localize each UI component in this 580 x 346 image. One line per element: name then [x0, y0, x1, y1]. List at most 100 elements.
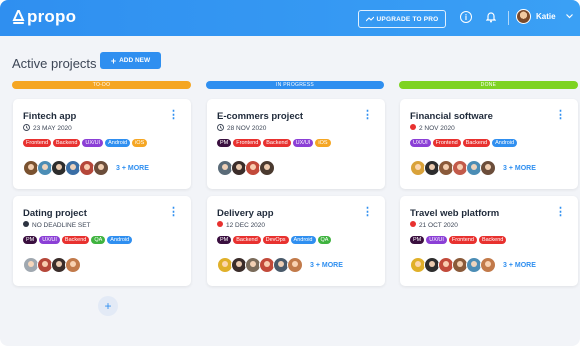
user-avatar	[516, 9, 531, 24]
add-new-button[interactable]: + ADD NEW	[100, 52, 161, 69]
chevron-down-icon	[565, 14, 573, 19]
brand-logo[interactable]: propo	[12, 7, 76, 27]
info-icon[interactable]: i	[460, 11, 472, 23]
project-card[interactable]: Delivery app ⋮ 12 DEC 2020 PM Backend DevO…	[207, 196, 385, 286]
project-deadline: NO DEADLINE SET	[23, 221, 91, 229]
column-label: TO-DO	[92, 82, 111, 88]
user-menu[interactable]: Katie	[516, 9, 573, 24]
column-header-todo: TO-DO	[12, 81, 191, 89]
tag-ios: iOS	[315, 139, 331, 147]
tag-pm: PM	[410, 236, 425, 244]
tag-ux-ui: UX/UI	[426, 236, 447, 244]
tag-android: Android	[107, 236, 133, 244]
project-card[interactable]: Financial software ⋮ 2 NOV 2020 UX/UI Fro…	[400, 99, 578, 189]
tag-android: Android	[492, 139, 518, 147]
project-card[interactable]: Dating project ⋮ NO DEADLINE SET PM UX/UI…	[13, 196, 191, 286]
upgrade-to-pro-button[interactable]: UPGRADE TO PRO	[358, 10, 446, 28]
more-options-icon[interactable]: ⋮	[362, 110, 373, 121]
tag-list: Frontend Backend UX/UI Android iOS	[23, 139, 148, 147]
header-divider	[508, 11, 509, 25]
tag-backend: Backend	[462, 139, 491, 147]
deadline-text: 2 NOV 2020	[419, 124, 455, 132]
tag-backend: Backend	[233, 236, 261, 244]
column-label: IN PROGRESS	[275, 82, 315, 88]
project-title: Financial software	[410, 111, 493, 122]
member-avatar[interactable]	[287, 257, 303, 273]
deadline-text: 12 DEC 2020	[226, 221, 266, 229]
member-avatars[interactable]: 3 + MORE	[23, 160, 149, 176]
tag-devops: DevOps	[262, 236, 289, 244]
user-name: Katie	[536, 12, 556, 21]
project-title: Fintech app	[23, 111, 77, 122]
member-avatar[interactable]	[480, 257, 496, 273]
column-header-in-progress: IN PROGRESS	[206, 81, 384, 89]
tag-backend: Backend	[61, 236, 90, 244]
project-deadline: 21 OCT 2020	[410, 221, 458, 229]
project-deadline: 23 MAY 2020	[23, 124, 72, 133]
overdue-icon	[217, 221, 223, 229]
project-card[interactable]: Fintech app ⋮ 23 MAY 2020 Frontend Backen…	[13, 99, 191, 189]
tag-pm: PM	[217, 139, 232, 147]
more-options-icon[interactable]: ⋮	[555, 207, 566, 218]
project-deadline: 28 NOV 2020	[217, 124, 266, 133]
tag-pm: PM	[217, 236, 232, 244]
more-members-link[interactable]: 3 + MORE	[116, 165, 149, 172]
tag-list: UX/UI Frontend Backend Android	[410, 139, 518, 147]
tag-android: Android	[290, 236, 316, 244]
member-avatar[interactable]	[65, 257, 81, 273]
column-label: DONE	[480, 82, 497, 88]
member-avatars[interactable]: 3 + MORE	[410, 257, 536, 273]
tag-backend: Backend	[53, 139, 81, 147]
member-avatars[interactable]: 3 + MORE	[410, 160, 536, 176]
tag-list: PM UX/UI Frontend Backend	[410, 236, 507, 244]
overdue-icon	[410, 124, 416, 132]
member-avatar[interactable]	[259, 160, 275, 176]
upgrade-label: UPGRADE TO PRO	[376, 15, 439, 23]
tag-ux-ui: UX/UI	[292, 139, 314, 147]
trending-up-icon	[365, 16, 374, 22]
bell-icon[interactable]	[486, 11, 496, 23]
tag-list: PM Backend DevOps Android QA	[217, 236, 332, 244]
project-card[interactable]: Travel web platform ⋮ 21 OCT 2020 PM UX/U…	[400, 196, 578, 286]
more-members-link[interactable]: 3 + MORE	[310, 262, 343, 269]
project-title: Travel web platform	[410, 208, 500, 219]
clock-icon	[217, 124, 224, 133]
deadline-text: 21 OCT 2020	[419, 221, 458, 229]
tag-list: PM Frontend Backend UX/UI iOS	[217, 139, 331, 147]
tag-frontend: Frontend	[233, 139, 262, 147]
tag-ux-ui: UX/UI	[39, 236, 60, 244]
tag-ux-ui: UX/UI	[82, 139, 104, 147]
column-header-done: DONE	[399, 81, 578, 89]
tag-android: Android	[105, 139, 131, 147]
deadline-text: 28 NOV 2020	[227, 125, 267, 132]
tag-backend: Backend	[263, 139, 291, 147]
app-window: propo UPGRADE TO PRO i Katie Active proj…	[0, 0, 580, 346]
tag-frontend: Frontend	[23, 139, 52, 147]
more-members-link[interactable]: 3 + MORE	[503, 165, 536, 172]
project-title: Delivery app	[217, 208, 274, 219]
overdue-icon	[410, 221, 416, 229]
member-avatar[interactable]	[93, 160, 109, 176]
no-deadline-icon	[23, 221, 29, 229]
more-options-icon[interactable]: ⋮	[168, 207, 179, 218]
more-options-icon[interactable]: ⋮	[362, 207, 373, 218]
tag-frontend: Frontend	[432, 139, 461, 147]
more-members-link[interactable]: 3 + MORE	[503, 262, 536, 269]
member-avatar[interactable]	[480, 160, 496, 176]
tag-ux-ui: UX/UI	[410, 139, 431, 147]
add-card-button[interactable]: +	[98, 296, 118, 316]
clock-icon	[23, 124, 30, 133]
logo-icon	[12, 9, 25, 24]
add-new-label: ADD NEW	[119, 57, 151, 64]
member-avatars[interactable]: 3 + MORE	[217, 257, 343, 273]
project-title: Dating project	[23, 208, 87, 219]
more-options-icon[interactable]: ⋮	[555, 110, 566, 121]
more-options-icon[interactable]: ⋮	[168, 110, 179, 121]
member-avatars[interactable]	[23, 257, 81, 273]
project-deadline: 2 NOV 2020	[410, 124, 455, 132]
brand-name: propo	[27, 7, 77, 26]
project-card[interactable]: E-commers project ⋮ 28 NOV 2020 PM Fronte…	[207, 99, 385, 189]
tag-pm: PM	[23, 236, 38, 244]
member-avatars[interactable]	[217, 160, 275, 176]
tag-ios: iOS	[132, 139, 148, 147]
